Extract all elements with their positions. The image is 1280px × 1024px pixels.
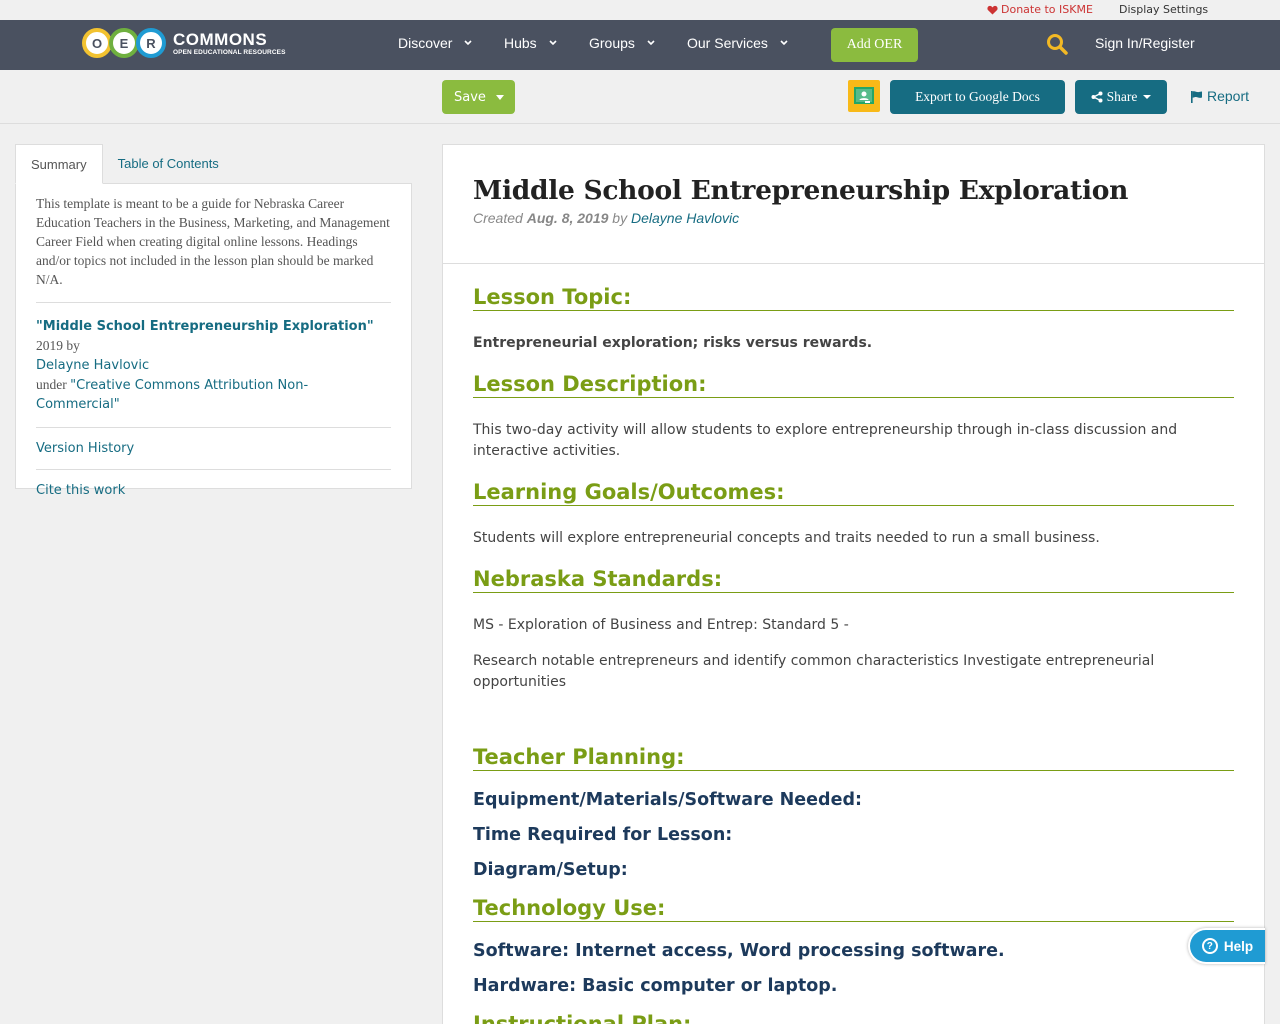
nav-discover-label: Discover [398, 35, 453, 51]
search-icon[interactable] [1046, 33, 1068, 55]
nav-discover[interactable]: Discover [398, 35, 473, 51]
logo-letter-o: O [82, 28, 112, 58]
logo-letter-r: R [136, 28, 166, 58]
google-classroom-icon[interactable] [848, 80, 880, 112]
heart-icon [987, 5, 998, 15]
attribution-under: under [36, 377, 71, 392]
report-label: Report [1207, 88, 1250, 104]
instructional-plan-heading: Instructional Plan: [473, 1011, 1234, 1024]
chevron-down-icon [549, 40, 557, 46]
nav-our-services[interactable]: Our Services [687, 35, 788, 51]
by-label: by [612, 210, 628, 226]
nav-groups-label: Groups [589, 35, 635, 51]
lesson-description-heading: Lesson Description: [473, 371, 1234, 398]
time-required-label: Time Required for Lesson: [473, 825, 733, 845]
chevron-down-icon [464, 40, 473, 46]
attribution-author-link[interactable]: Delayne Havlovic [36, 358, 149, 373]
teacher-planning-heading: Teacher Planning: [473, 744, 1234, 771]
sidebar-tabs: Summary Table of Contents [15, 144, 412, 184]
share-label: Share [1106, 89, 1138, 104]
logo-letter-e: E [109, 28, 139, 58]
help-button[interactable]: ? Help [1188, 928, 1265, 964]
tab-table-of-contents[interactable]: Table of Contents [103, 144, 234, 184]
page-title: Middle School Entrepreneurship Explorati… [473, 175, 1129, 206]
main-nav: O E R COMMONS OPEN EDUCATIONAL RESOURCES… [0, 20, 1280, 70]
display-settings-link[interactable]: Display Settings [1119, 3, 1208, 16]
share-icon [1091, 91, 1103, 103]
oer-commons-logo[interactable]: O E R COMMONS OPEN EDUCATIONAL RESOURCES [82, 26, 286, 60]
caret-down-icon [1143, 95, 1152, 99]
created-label: Created [473, 210, 523, 226]
created-date: Aug. 8, 2019 [526, 210, 609, 226]
sidebar: Summary Table of Contents This template … [15, 144, 412, 498]
chevron-down-icon [647, 40, 655, 46]
technology-use-heading: Technology Use: [473, 895, 1234, 922]
summary-panel: This template is meant to be a guide for… [15, 184, 412, 498]
resource-meta: Created Aug. 8, 2019 by Delayne Havlovic [473, 210, 1234, 226]
lesson-content: Lesson Topic: Entrepreneurial exploratio… [443, 264, 1264, 1024]
report-link[interactable]: Report [1190, 88, 1249, 104]
main-content: Middle School Entrepreneurship Explorati… [442, 144, 1265, 1024]
standards-text-1: MS - Exploration of Business and Entrep:… [473, 617, 849, 633]
resource-toolbar: Save Export to Google Docs Share Report [0, 70, 1280, 124]
learning-goals-heading: Learning Goals/Outcomes: [473, 479, 1234, 506]
save-button[interactable]: Save [442, 80, 515, 114]
classroom-board-icon [854, 87, 874, 104]
equipment-label: Equipment/Materials/Software Needed: [473, 790, 862, 810]
tab-summary[interactable]: Summary [15, 144, 103, 184]
sign-in-register-link[interactable]: Sign In/Register [1095, 35, 1195, 51]
logo-word: COMMONS [173, 29, 268, 49]
help-label: Help [1223, 938, 1254, 954]
attribution: "Middle School Entrepreneurship Explorat… [36, 303, 391, 428]
nav-groups[interactable]: Groups [589, 35, 655, 51]
learning-goals-text: Students will explore entrepreneurial co… [473, 530, 1100, 546]
chevron-down-icon [780, 40, 788, 46]
add-oer-button[interactable]: Add OER [831, 28, 918, 62]
cite-this-work-link[interactable]: Cite this work [36, 470, 391, 511]
software-text: Software: Internet access, Word processi… [473, 941, 1005, 961]
diagram-setup-label: Diagram/Setup: [473, 860, 628, 880]
version-history-link[interactable]: Version History [36, 428, 391, 470]
nav-hubs-label: Hubs [504, 35, 537, 51]
utility-bar: Donate to ISKME Display Settings [0, 0, 1280, 20]
summary-text: This template is meant to be a guide for… [36, 194, 391, 303]
donate-link[interactable]: Donate to ISKME [987, 3, 1093, 16]
nav-our-services-label: Our Services [687, 35, 768, 51]
author-link[interactable]: Delayne Havlovic [631, 210, 739, 226]
standards-text-2: Research notable entrepreneurs and ident… [473, 653, 1155, 690]
export-google-docs-button[interactable]: Export to Google Docs [890, 80, 1065, 114]
logo-subtitle: OPEN EDUCATIONAL RESOURCES [173, 48, 286, 56]
license-link[interactable]: "Creative Commons Attribution Non-Commer… [36, 378, 308, 412]
share-button[interactable]: Share [1075, 80, 1167, 114]
donate-label: Donate to ISKME [1001, 3, 1093, 16]
nav-hubs[interactable]: Hubs [504, 35, 557, 51]
attribution-title-link[interactable]: "Middle School Entrepreneurship Explorat… [36, 319, 374, 334]
attribution-year: 2019 by [36, 338, 80, 353]
save-label: Save [454, 89, 486, 105]
question-circle-icon: ? [1201, 938, 1218, 954]
lesson-description-text: This two-day activity will allow student… [473, 422, 1178, 459]
nebraska-standards-heading: Nebraska Standards: [473, 566, 1234, 593]
logo-text: COMMONS OPEN EDUCATIONAL RESOURCES [173, 29, 286, 56]
hardware-text: Hardware: Basic computer or laptop. [473, 976, 838, 996]
caret-down-icon [495, 94, 504, 100]
resource-header: Middle School Entrepreneurship Explorati… [443, 145, 1264, 264]
logo-circles: O E R [82, 28, 166, 58]
lesson-topic-heading: Lesson Topic: [473, 284, 1234, 311]
flag-icon [1191, 90, 1202, 103]
lesson-topic-text: Entrepreneurial exploration; risks versu… [473, 335, 873, 351]
